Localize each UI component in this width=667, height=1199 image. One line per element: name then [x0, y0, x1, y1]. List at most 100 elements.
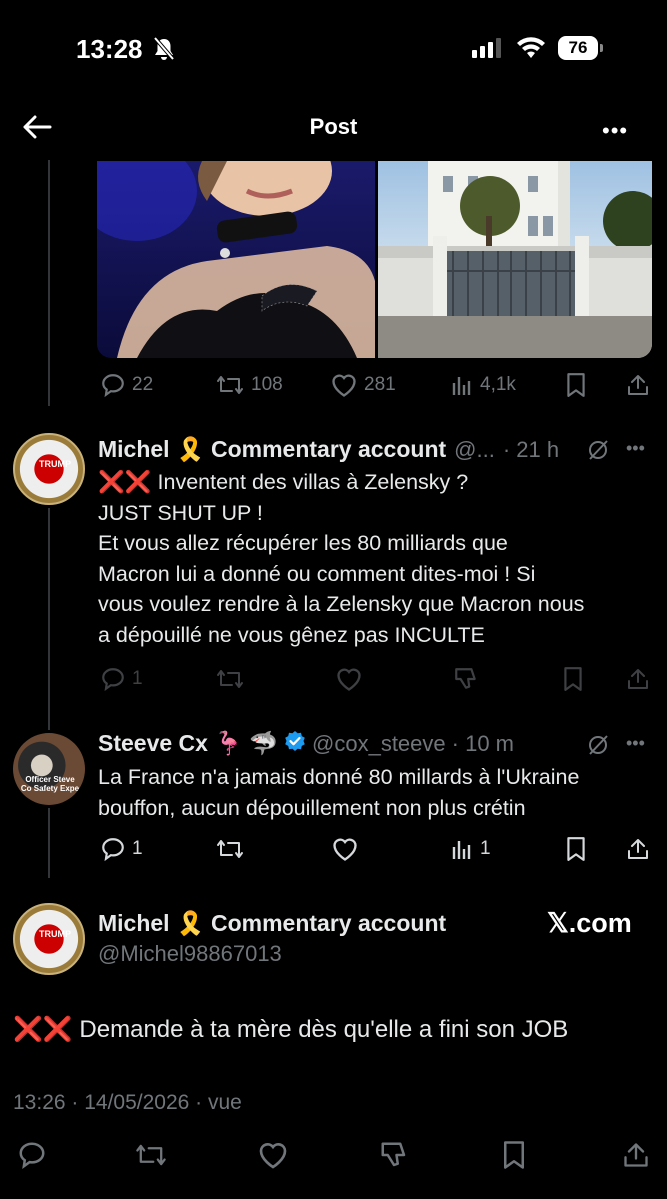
like-button[interactable] — [257, 1140, 289, 1170]
bookmark-button[interactable] — [565, 372, 587, 398]
status-time: 13:28 — [76, 34, 143, 64]
more-icon[interactable]: ••• — [626, 438, 645, 459]
reply-actions: 1 1 — [0, 834, 667, 866]
author-handle[interactable]: @Michel98867013 — [98, 941, 282, 967]
avatar[interactable]: TRUMP — [13, 903, 85, 975]
downvote-button[interactable] — [378, 1140, 410, 1170]
avatar[interactable]: TRUMP — [13, 433, 85, 505]
battery-cap — [600, 44, 603, 52]
repost-button[interactable] — [134, 1140, 168, 1170]
views-button[interactable]: 4,1k — [450, 372, 516, 398]
post-text: ❌❌ Demande à ta mère dès qu'elle a fini … — [13, 1015, 568, 1044]
reply-line: Inventent des villas à Zelensky ? — [151, 470, 469, 494]
author-name[interactable]: Steeve Cx 🦩 🦈 — [98, 730, 278, 757]
repost-icon — [217, 376, 243, 394]
author-handle[interactable]: @... — [454, 437, 495, 463]
reply-header: Steeve Cx 🦩 🦈 @cox_steeve · 10 m — [98, 730, 514, 757]
bookmark-icon — [564, 667, 582, 691]
grok-icon[interactable] — [586, 733, 610, 762]
author-handle[interactable]: @cox_steeve — [312, 731, 446, 757]
bookmark-icon — [567, 373, 585, 397]
bell-slash-icon — [152, 36, 176, 67]
more-icon[interactable]: ••• — [602, 118, 628, 144]
reply-count: 1 — [132, 838, 143, 859]
share-button[interactable] — [626, 666, 650, 692]
reply-icon — [102, 668, 124, 692]
reply-line: Et vous allez récupérer les 80 milliards… — [98, 531, 508, 555]
reply-actions: 1 — [0, 664, 667, 696]
reply-icon — [102, 838, 124, 862]
repost-button[interactable] — [215, 666, 245, 692]
avatar-logo: TRUMP — [39, 929, 71, 939]
bookmark-button[interactable] — [565, 836, 587, 862]
bookmark-icon — [567, 837, 585, 861]
share-icon — [628, 669, 648, 689]
reply-button[interactable]: 1 — [100, 836, 143, 862]
views-count: 1 — [480, 838, 491, 859]
share-button[interactable] — [622, 1140, 650, 1170]
reply-line: JUST SHUT UP ! — [98, 500, 263, 525]
repost-icon — [136, 1144, 166, 1166]
like-count: 281 — [364, 374, 396, 395]
views-icon — [452, 841, 471, 859]
bookmark-button[interactable] — [562, 666, 584, 692]
reply-button[interactable]: 22 — [100, 372, 153, 398]
reply-line: a dépouillé ne vous gênez pas INCULTE — [98, 622, 485, 647]
share-icon — [628, 839, 648, 859]
post-image-skater[interactable] — [97, 161, 375, 358]
like-icon — [259, 1143, 287, 1169]
more-icon[interactable]: ••• — [626, 733, 645, 754]
verified-badge-icon — [284, 730, 306, 757]
battery-level: 76 — [558, 36, 598, 60]
repost-icon — [217, 840, 243, 858]
post-actions — [0, 1138, 667, 1172]
red-x-emoji: ❌❌ — [13, 1016, 73, 1043]
reply-button[interactable] — [17, 1140, 47, 1170]
repost-icon — [217, 670, 243, 688]
post-actions: 22 108 281 4,1k — [0, 370, 667, 402]
downvote-button[interactable] — [452, 666, 480, 692]
bookmark-icon — [504, 1141, 524, 1169]
repost-button[interactable]: 108 — [215, 372, 283, 398]
like-button[interactable] — [331, 836, 359, 862]
downvote-icon — [455, 668, 476, 689]
watermark: 𝕏.com — [547, 908, 632, 938]
views-count: 4,1k — [480, 374, 516, 395]
signal-icon — [472, 38, 501, 58]
reply-header: Michel 🎗️ Commentary account @... · 21 h — [98, 436, 559, 463]
grok-icon[interactable] — [586, 438, 610, 467]
reply-icon — [19, 1142, 45, 1169]
reply-count: 1 — [132, 668, 143, 689]
thread-line — [48, 508, 50, 730]
reply-line: La France n'a jamais donné 80 millards à… — [98, 765, 580, 789]
author-name[interactable]: Michel 🎗️ Commentary account — [98, 436, 446, 463]
repost-count: 108 — [251, 374, 283, 395]
reply-icon — [102, 374, 124, 398]
reply-text: ❌❌ Inventent des villas à Zelensky ? JUS… — [98, 467, 658, 650]
like-icon — [332, 374, 356, 397]
share-button[interactable] — [626, 372, 650, 398]
share-icon — [624, 1143, 648, 1167]
like-button[interactable] — [335, 666, 363, 692]
like-icon — [333, 838, 357, 861]
views-button[interactable]: 1 — [450, 836, 491, 862]
share-icon — [628, 375, 648, 395]
avatar[interactable]: Officer Steve Co Safety Expe — [13, 733, 85, 805]
avatar-caption: Officer Steve Co Safety Expe — [20, 775, 80, 793]
views-icon — [452, 377, 471, 395]
reply-line: Macron lui a donné ou comment dites-moi … — [98, 561, 536, 586]
post-image-villa[interactable] — [378, 161, 652, 358]
repost-button[interactable] — [215, 836, 245, 862]
reply-line: bouffon, aucun dépouillement non plus cr… — [98, 795, 526, 820]
reply-button[interactable]: 1 — [100, 666, 143, 692]
like-button[interactable]: 281 — [330, 372, 396, 398]
reply-text: La France n'a jamais donné 80 millards à… — [98, 762, 663, 823]
share-button[interactable] — [626, 836, 650, 862]
post-time[interactable]: · 10 m — [452, 731, 514, 757]
bookmark-button[interactable] — [501, 1140, 527, 1170]
post-time[interactable]: · 21 h — [503, 437, 559, 463]
like-icon — [337, 668, 361, 691]
post-meta: 13:26 · 14/05/2026 · vue — [13, 1091, 242, 1114]
downvote-icon — [381, 1142, 406, 1167]
author-name[interactable]: Michel 🎗️ Commentary account — [98, 910, 446, 937]
